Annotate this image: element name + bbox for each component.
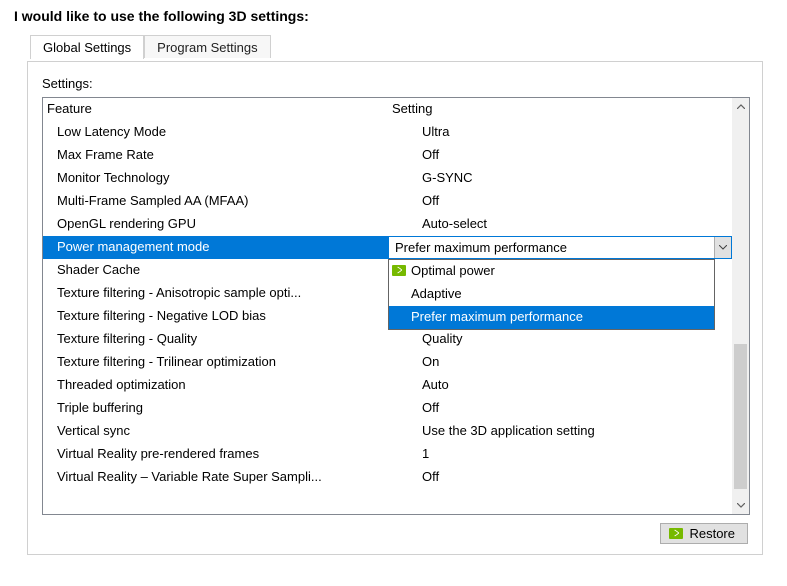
- cell-feature: Low Latency Mode: [43, 121, 388, 144]
- dropdown-item[interactable]: Optimal power: [389, 260, 714, 283]
- cell-feature: Triple buffering: [43, 397, 388, 420]
- col-header-feature[interactable]: Feature: [43, 98, 388, 121]
- cell-feature: Vertical sync: [43, 420, 388, 443]
- settings-panel: Settings: Feature Setting Low Latency Mo…: [27, 61, 763, 555]
- cell-setting: 1: [388, 443, 732, 466]
- cell-setting: On: [388, 351, 732, 374]
- cell-feature: Virtual Reality pre-rendered frames: [43, 443, 388, 466]
- dropdown-item-label: Prefer maximum performance: [411, 309, 583, 324]
- col-header-setting[interactable]: Setting: [388, 98, 732, 121]
- table-row[interactable]: Virtual Reality – Variable Rate Super Sa…: [43, 466, 732, 489]
- cell-feature: Monitor Technology: [43, 167, 388, 190]
- cell-setting: Off: [388, 466, 732, 489]
- combo-value: Prefer maximum performance: [393, 237, 714, 259]
- scroll-thumb[interactable]: [734, 344, 747, 489]
- page-title: I would like to use the following 3D set…: [0, 0, 787, 34]
- cell-feature: Virtual Reality – Variable Rate Super Sa…: [43, 466, 388, 489]
- table-row[interactable]: Max Frame Rate Off: [43, 144, 732, 167]
- cell-feature: Shader Cache: [43, 259, 388, 282]
- table-row-selected[interactable]: Power management mode Prefer maximum per…: [43, 236, 732, 259]
- cell-feature: Texture filtering - Trilinear optimizati…: [43, 351, 388, 374]
- cell-feature: Texture filtering - Quality: [43, 328, 388, 351]
- cell-feature: Multi-Frame Sampled AA (MFAA): [43, 190, 388, 213]
- settings-label: Settings:: [42, 76, 748, 91]
- scroll-track[interactable]: [732, 115, 749, 497]
- table-row[interactable]: OpenGL rendering GPU Auto-select: [43, 213, 732, 236]
- scroll-down-icon[interactable]: [732, 497, 749, 514]
- restore-button[interactable]: Restore: [660, 523, 748, 544]
- dropdown-item-label: Optimal power: [411, 263, 495, 278]
- cell-feature: Texture filtering - Anisotropic sample o…: [43, 282, 388, 305]
- tab-strip: Global Settings Program Settings: [0, 34, 787, 61]
- table-row[interactable]: Low Latency Mode Ultra: [43, 121, 732, 144]
- cell-setting: G-SYNC: [388, 167, 732, 190]
- table-row[interactable]: Triple buffering Off: [43, 397, 732, 420]
- tab-global-settings[interactable]: Global Settings: [30, 35, 144, 59]
- grid-header: Feature Setting: [43, 98, 732, 121]
- dropdown-item[interactable]: Adaptive: [389, 283, 714, 306]
- cell-feature: Texture filtering - Negative LOD bias: [43, 305, 388, 328]
- cell-feature: Power management mode: [43, 236, 388, 259]
- restore-button-label: Restore: [689, 526, 735, 541]
- vertical-scrollbar[interactable]: [732, 98, 749, 514]
- table-row[interactable]: Monitor Technology G-SYNC: [43, 167, 732, 190]
- nvidia-icon: [392, 265, 406, 276]
- cell-setting: Auto-select: [388, 213, 732, 236]
- cell-setting-combo[interactable]: Prefer maximum performance: [388, 236, 732, 259]
- table-row[interactable]: Multi-Frame Sampled AA (MFAA) Off: [43, 190, 732, 213]
- power-mode-dropdown[interactable]: Optimal power Adaptive Prefer maximum pe…: [388, 259, 715, 330]
- cell-feature: OpenGL rendering GPU: [43, 213, 388, 236]
- settings-grid: Feature Setting Low Latency Mode Ultra M…: [42, 97, 750, 515]
- table-row[interactable]: Texture filtering - Trilinear optimizati…: [43, 351, 732, 374]
- table-row[interactable]: Vertical sync Use the 3D application set…: [43, 420, 732, 443]
- cell-setting: Quality: [388, 328, 732, 351]
- tab-program-settings[interactable]: Program Settings: [144, 35, 270, 58]
- cell-setting: Auto: [388, 374, 732, 397]
- cell-setting: Off: [388, 397, 732, 420]
- table-row[interactable]: Virtual Reality pre-rendered frames 1: [43, 443, 732, 466]
- cell-feature: Max Frame Rate: [43, 144, 388, 167]
- scroll-up-icon[interactable]: [732, 98, 749, 115]
- cell-setting: Off: [388, 190, 732, 213]
- nvidia-icon: [669, 528, 683, 539]
- chevron-down-icon[interactable]: [714, 237, 731, 258]
- table-row[interactable]: Texture filtering - Quality Quality: [43, 328, 732, 351]
- cell-setting: Ultra: [388, 121, 732, 144]
- dropdown-item-selected[interactable]: Prefer maximum performance: [389, 306, 714, 329]
- dropdown-item-label: Adaptive: [411, 286, 462, 301]
- cell-setting: Off: [388, 144, 732, 167]
- cell-setting: Use the 3D application setting: [388, 420, 732, 443]
- cell-feature: Threaded optimization: [43, 374, 388, 397]
- table-row[interactable]: Threaded optimization Auto: [43, 374, 732, 397]
